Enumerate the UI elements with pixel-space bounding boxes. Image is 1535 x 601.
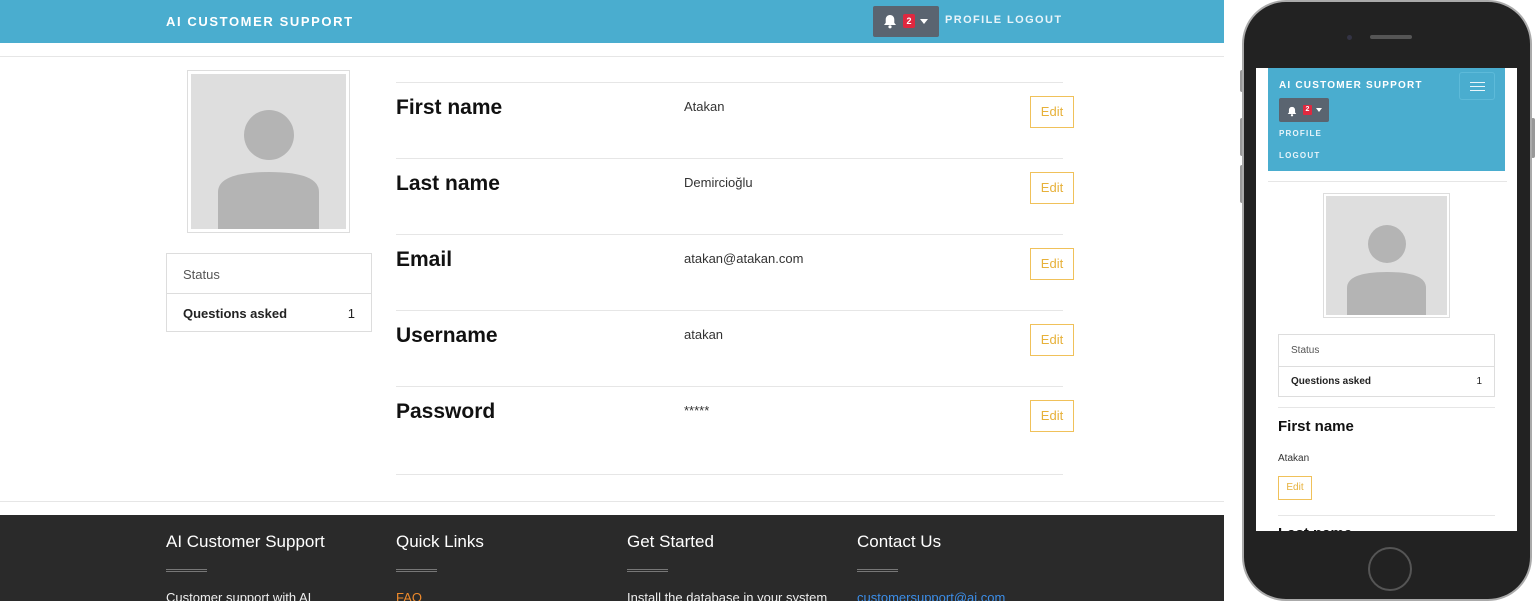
divider [396,310,1063,311]
divider [0,56,1224,57]
footer-contact-email-link[interactable]: customersupport@ai.com [857,590,1005,601]
nav-logout-link[interactable]: LOGOUT [1007,14,1062,26]
questions-asked-row: Questions asked 1 [1279,367,1494,397]
nav-profile-link[interactable]: PROFILE [945,14,1002,26]
user-placeholder-icon [191,74,346,229]
mobile-status-panel: Status Questions asked 1 [1278,334,1495,397]
edit-password-button[interactable]: Edit [1030,400,1074,432]
divider [0,501,1224,502]
divider [396,234,1063,235]
divider [1278,407,1495,408]
navbar: AI CUSTOMER SUPPORT 2 PROFILE LOGOUT [0,0,1224,43]
bell-icon [1287,104,1297,122]
first-name-value: Atakan [684,99,725,114]
divider [166,569,207,572]
divider [396,474,1063,475]
caret-down-icon [920,19,928,24]
divider [396,386,1063,387]
questions-asked-count: 1 [1476,376,1482,387]
questions-asked-label: Questions asked [183,306,288,321]
questions-asked-count: 1 [347,306,355,321]
edit-last-name-button[interactable]: Edit [1030,172,1074,204]
mobile-navbar: AI CUSTOMER SUPPORT 2 PROFILE LOGOUT [1268,68,1505,171]
mobile-brand-link[interactable]: AI CUSTOMER SUPPORT [1279,80,1423,91]
status-heading: Status [1279,335,1494,367]
camera-icon [1347,35,1352,40]
status-heading: Status [167,254,371,294]
username-label: Username [396,324,498,347]
divider [396,158,1063,159]
mobile-first-name-value: Atakan [1278,453,1310,464]
footer-get-started-title: Get Started [627,532,714,551]
email-value: atakan@atakan.com [684,251,804,266]
mobile-edit-first-name-button[interactable]: Edit [1278,476,1312,500]
mobile-notifications-dropdown[interactable]: 2 [1279,98,1329,122]
hamburger-icon[interactable] [1459,72,1495,100]
notification-count-badge: 2 [903,14,915,28]
footer-about-title: AI Customer Support [166,532,325,551]
password-label: Password [396,400,496,423]
mobile-nav-logout-link[interactable]: LOGOUT [1279,151,1320,160]
footer-contact-title: Contact Us [857,532,942,551]
mobile-nav-profile-link[interactable]: PROFILE [1279,129,1322,138]
edit-first-name-button[interactable]: Edit [1030,96,1074,128]
notifications-dropdown[interactable]: 2 [873,6,939,37]
last-name-label: Last name [396,172,500,195]
password-value: ***** [684,403,710,418]
footer-get-started-text: Install the database in your system [627,590,828,601]
mobile-last-name-label: Last name [1278,525,1352,531]
divider [1268,181,1507,182]
divider [857,569,898,572]
mobile-first-name-label: First name [1278,418,1354,435]
bell-icon [883,14,897,34]
divider [627,569,668,572]
footer-quick-links-title: Quick Links [396,532,484,551]
questions-asked-row: Questions asked 1 [167,294,371,332]
user-placeholder-icon [1326,196,1447,315]
first-name-label: First name [396,96,503,119]
status-panel: Status Questions asked 1 [166,253,372,332]
questions-asked-label: Questions asked [1291,376,1372,387]
divider [396,569,437,572]
divider [1278,515,1495,516]
notification-count-badge: 2 [1303,105,1312,115]
speaker-icon [1370,35,1412,39]
footer-about-text: Customer support with AI [166,590,312,601]
desktop-view: AI CUSTOMER SUPPORT 2 PROFILE LOGOUT Sta… [0,0,1224,601]
last-name-value: Demircioğlu [684,175,753,190]
email-label: Email [396,248,453,271]
edit-email-button[interactable]: Edit [1030,248,1074,280]
footer-faq-link[interactable]: FAQ [396,590,422,601]
divider [396,82,1063,83]
caret-down-icon [1316,108,1322,112]
avatar [187,70,350,233]
mobile-screen: AI CUSTOMER SUPPORT 2 PROFILE LOGOUT Sta… [1256,68,1517,531]
username-value: atakan [684,327,724,342]
edit-username-button[interactable]: Edit [1030,324,1074,356]
home-button [1368,547,1412,591]
footer: AI Customer Support Customer support wit… [0,515,1224,601]
brand-link[interactable]: AI CUSTOMER SUPPORT [166,14,354,29]
mobile-avatar [1323,193,1450,318]
